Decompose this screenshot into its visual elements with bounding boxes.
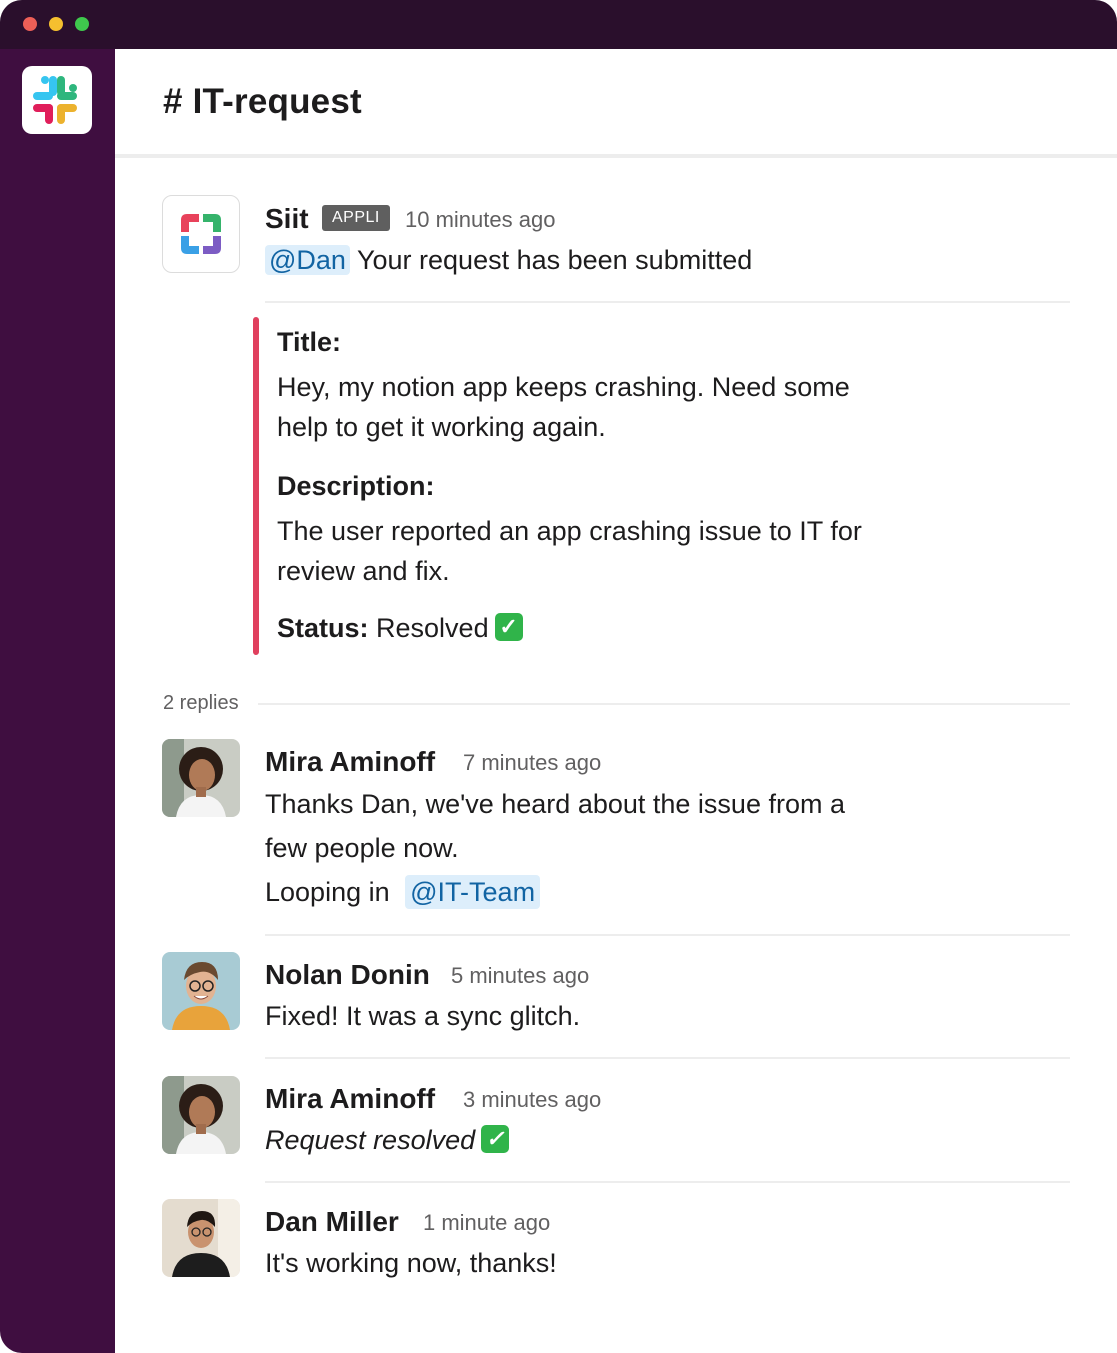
message-text: @Dan Your request has been submitted bbox=[265, 245, 752, 276]
message-text-line: Looping in @IT-Team bbox=[265, 875, 541, 909]
group-mention[interactable]: @IT-Team bbox=[405, 875, 541, 909]
status-field: Status: Resolved ✓ bbox=[277, 612, 523, 644]
avatar[interactable] bbox=[162, 1076, 240, 1154]
channel-title[interactable]: # IT-request bbox=[163, 82, 362, 122]
divider bbox=[265, 1057, 1070, 1059]
message-timestamp[interactable]: 5 minutes ago bbox=[451, 963, 589, 989]
title-field-label: Title: bbox=[277, 327, 342, 357]
message-timestamp[interactable]: 7 minutes ago bbox=[463, 750, 601, 776]
message-body: Fixed! It was a sync glitch. bbox=[265, 1001, 581, 1031]
message-author[interactable]: Nolan Donin bbox=[265, 959, 430, 991]
attachment-accent-bar bbox=[253, 317, 259, 655]
slack-logo-icon[interactable] bbox=[22, 66, 92, 134]
app-window: # IT-request Siit APPLI 10 minutes ago @… bbox=[0, 0, 1117, 1353]
channel-view: # IT-request Siit APPLI 10 minutes ago @… bbox=[115, 49, 1117, 1353]
channel-header: # IT-request bbox=[115, 49, 1117, 158]
window-titlebar bbox=[0, 0, 1117, 49]
message-author[interactable]: Siit bbox=[265, 203, 309, 235]
close-window-button[interactable] bbox=[23, 17, 37, 31]
message-timestamp[interactable]: 10 minutes ago bbox=[405, 207, 555, 233]
user-mention[interactable]: @Dan bbox=[265, 245, 350, 275]
message-timestamp[interactable]: 3 minutes ago bbox=[463, 1087, 601, 1113]
divider bbox=[265, 1181, 1070, 1183]
divider bbox=[258, 703, 1070, 705]
white-check-mark-icon: ✓ bbox=[494, 612, 523, 641]
message-timestamp[interactable]: 1 minute ago bbox=[423, 1210, 550, 1236]
app-badge: APPLI bbox=[322, 205, 390, 231]
avatar[interactable] bbox=[162, 739, 240, 817]
divider bbox=[265, 934, 1070, 936]
avatar[interactable] bbox=[162, 952, 240, 1030]
maximize-window-button[interactable] bbox=[75, 17, 89, 31]
title-field-value: Hey, my notion app keeps crashing. Need … bbox=[277, 372, 850, 442]
siit-logo-icon bbox=[181, 214, 221, 254]
message-body: It's working now, thanks! bbox=[265, 1248, 557, 1278]
status-field-value: Resolved bbox=[376, 613, 489, 643]
avatar[interactable] bbox=[162, 1199, 240, 1277]
message-text-line: few people now. bbox=[265, 833, 459, 863]
workspace-sidebar bbox=[0, 49, 115, 1353]
message-text-line: Thanks Dan, we've heard about the issue … bbox=[265, 789, 845, 819]
message-author[interactable]: Mira Aminoff bbox=[265, 1083, 435, 1115]
minimize-window-button[interactable] bbox=[49, 17, 63, 31]
message-body: Request resolved bbox=[265, 1125, 476, 1155]
description-field-value: The user reported an app crashing issue … bbox=[277, 516, 862, 586]
siit-app-avatar[interactable] bbox=[162, 195, 240, 273]
thread-replies-count[interactable]: 2 replies bbox=[163, 692, 239, 715]
divider bbox=[265, 301, 1070, 303]
message-body: Your request has been submitted bbox=[356, 245, 753, 275]
white-check-mark-icon: ✓ bbox=[481, 1124, 510, 1153]
message-author[interactable]: Mira Aminoff bbox=[265, 746, 435, 778]
message-body: Looping in bbox=[265, 877, 390, 907]
status-field-label: Status: bbox=[277, 613, 369, 643]
description-field-label: Description: bbox=[277, 471, 435, 501]
message-text: Request resolved ✓ bbox=[265, 1124, 510, 1156]
message-author[interactable]: Dan Miller bbox=[265, 1206, 399, 1238]
